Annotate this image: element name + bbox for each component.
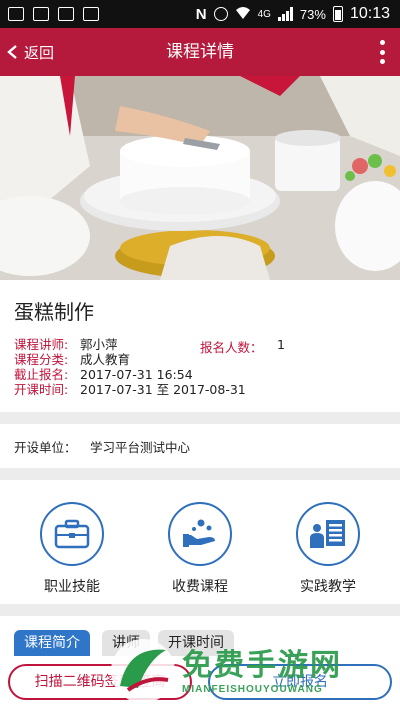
course-name: 蛋糕制作 <box>14 300 94 324</box>
feature-paid-course[interactable]: 收费课程 <box>150 502 250 596</box>
nfc-icon: N <box>195 5 207 23</box>
deadline-value: 2017-07-31 16:54 <box>80 367 193 382</box>
tab-lecturer[interactable]: 讲师 <box>102 630 150 656</box>
organization-label: 开设单位： <box>14 439 77 455</box>
deadline-label: 截止报名: <box>14 367 69 382</box>
tab-course-intro[interactable]: 课程简介 <box>14 630 90 656</box>
gallery-notification-icon <box>83 7 99 21</box>
calendar-notification-icon <box>58 7 74 21</box>
course-cover-image <box>0 76 400 280</box>
clock: 10:13 <box>349 5 390 22</box>
app-header: 返回 课程详情 <box>0 28 400 76</box>
tab-schedule[interactable]: 开课时间 <box>158 630 234 656</box>
network-type: 4G <box>257 8 271 20</box>
category-value: 成人教育 <box>80 352 131 367</box>
feature-practical-teaching[interactable]: 实践教学 <box>278 502 378 596</box>
deadline-row: 截止报名: 2017-07-31 16:54 <box>14 367 193 382</box>
more-menu-icon[interactable] <box>378 40 386 64</box>
image-notification-icon <box>33 7 49 21</box>
alarm-icon <box>213 7 228 21</box>
feature-label: 实践教学 <box>300 579 356 595</box>
person-board-icon <box>296 502 360 566</box>
feature-vocational-skills[interactable]: 职业技能 <box>22 502 122 596</box>
organization-value: 学习平台测试中心 <box>90 439 191 455</box>
wifi-icon <box>235 6 251 23</box>
enroll-now-button[interactable]: 立即报名 <box>208 664 392 700</box>
period-label: 开课时间: <box>14 382 69 397</box>
feature-label: 职业技能 <box>44 579 100 595</box>
organization-row: 开设单位： 学习平台测试中心 <box>0 424 400 468</box>
signal-icon <box>277 7 293 21</box>
feature-tags: 职业技能 收费课程 实践教学 <box>0 480 400 604</box>
lecturer-value: 郭小萍 <box>80 337 118 352</box>
lecturer-label: 课程讲师: <box>14 337 69 352</box>
wechat-notification-icon <box>8 7 24 21</box>
briefcase-icon <box>40 502 104 566</box>
status-bar: N 4G 73% 10:13 <box>0 0 400 28</box>
lecturer-row: 课程讲师: 郭小萍 <box>14 337 118 352</box>
category-row: 课程分类: 成人教育 <box>14 352 130 367</box>
feature-label: 收费课程 <box>172 579 228 595</box>
battery-percent: 73% <box>299 6 326 22</box>
period-value: 2017-07-31 至 2017-08-31 <box>80 382 246 397</box>
notification-icons <box>0 7 99 21</box>
enroll-count-label: 报名人数： <box>200 340 263 355</box>
period-row: 开课时间: 2017-07-31 至 2017-08-31 <box>14 382 246 397</box>
page-title: 课程详情 <box>166 42 234 62</box>
hand-coins-icon <box>168 502 232 566</box>
scan-qr-sign-in-button[interactable]: 扫描二维码签到/签离 <box>8 664 192 700</box>
battery-icon <box>332 6 343 22</box>
category-label: 课程分类: <box>14 352 69 367</box>
enroll-count-value: 1 <box>277 337 285 352</box>
